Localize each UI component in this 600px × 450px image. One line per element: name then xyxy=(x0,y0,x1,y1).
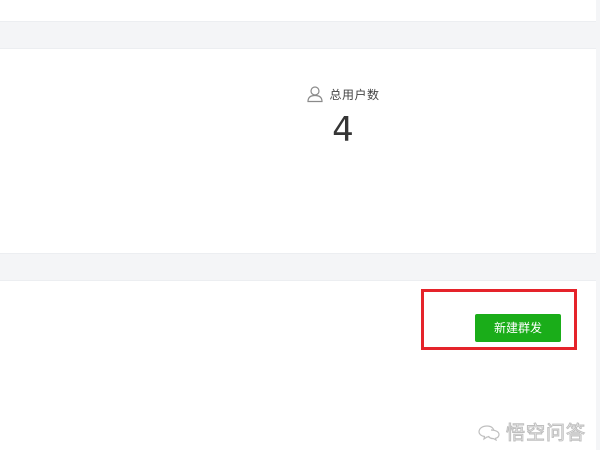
total-users-value: 4 xyxy=(332,110,354,150)
watermark: 悟空问答 xyxy=(476,418,586,445)
page: 总用户数 4 新建群发 悟空问答 xyxy=(0,0,600,450)
user-icon xyxy=(306,85,324,103)
stats-card xyxy=(0,48,596,254)
total-users-label: 总用户数 xyxy=(329,87,380,102)
stat-label-row: 总用户数 xyxy=(283,84,403,104)
watermark-text: 悟空问答 xyxy=(505,422,587,445)
top-card xyxy=(0,0,596,22)
new-mass-send-button[interactable]: 新建群发 xyxy=(475,314,561,342)
chat-bubble-icon xyxy=(476,423,502,441)
total-users-stat: 总用户数 4 xyxy=(283,84,403,150)
